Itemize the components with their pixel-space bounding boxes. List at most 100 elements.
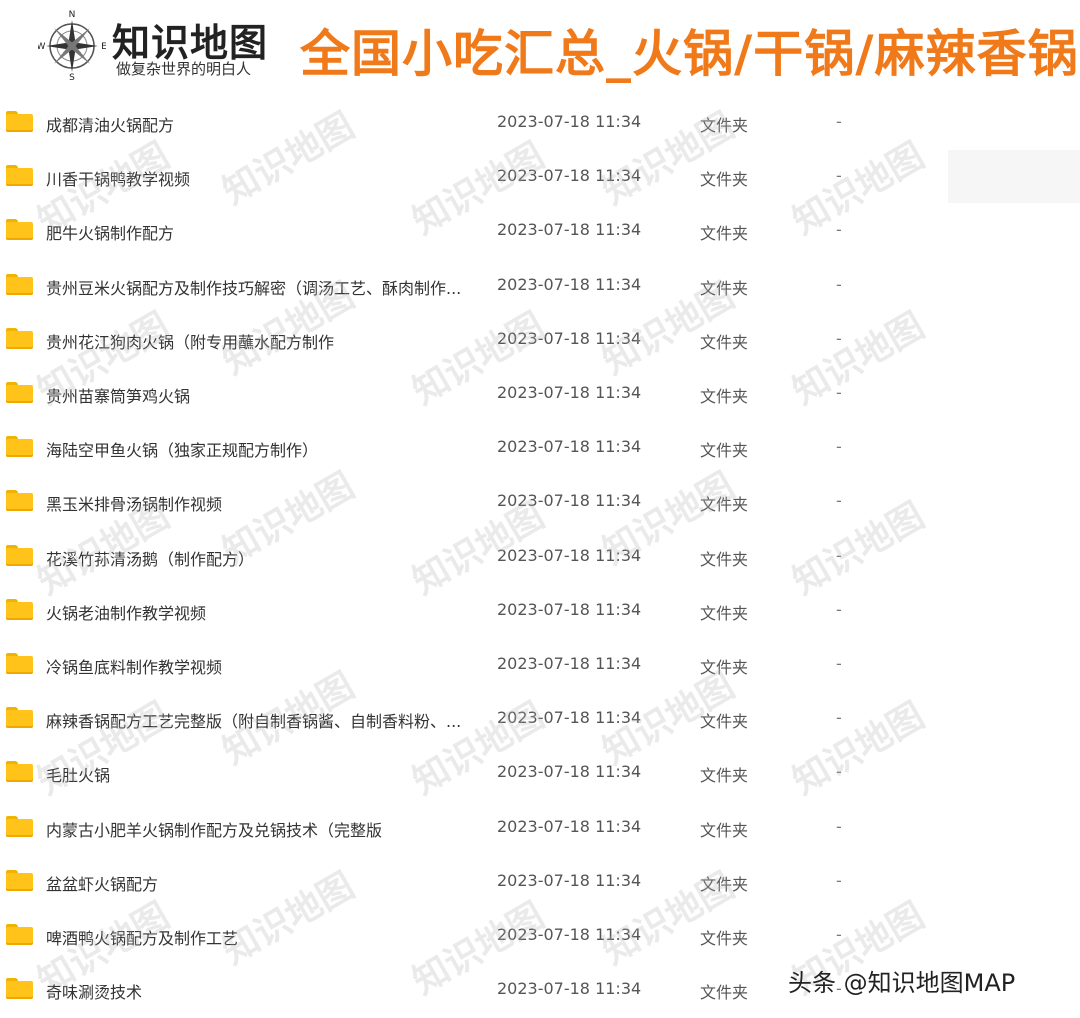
file-row[interactable]: 毛肚火锅 2023-07-18 11:34 文件夹 -: [0, 746, 1080, 800]
folder-icon: [6, 490, 33, 512]
file-date: 2023-07-18 11:34: [497, 654, 642, 673]
file-type: 文件夹: [700, 116, 749, 135]
folder-icon: [6, 327, 33, 349]
folder-icon: [6, 436, 33, 458]
file-name[interactable]: 内蒙古小肥羊火锅制作配方及兑锅技术（完整版: [46, 817, 382, 841]
file-date: 2023-07-18 11:34: [497, 545, 642, 565]
file-row[interactable]: 黑玉米排骨汤锅制作视频 2023-07-18 11:34 文件夹 -: [0, 475, 1080, 529]
file-size: -: [836, 383, 842, 402]
file-name[interactable]: 花溪竹荪清汤鹅（制作配方）: [46, 546, 254, 570]
file-size: -: [836, 816, 842, 836]
file-name[interactable]: 盆盆虾火锅配方: [46, 871, 158, 895]
file-row[interactable]: 火锅老油制作教学视频 2023-07-18 11:34 文件夹 -: [0, 584, 1080, 638]
file-row[interactable]: 贵州豆米火锅配方及制作技巧解密（调汤工艺、酥肉制作... 2023-07-18 1…: [0, 259, 1080, 313]
file-row[interactable]: 麻辣香锅配方工艺完整版（附自制香锅酱、自制香料粉、... 2023-07-18 1…: [0, 692, 1080, 746]
file-row[interactable]: 啤酒鸭火锅配方及制作工艺 2023-07-18 11:34 文件夹 -: [0, 909, 1080, 963]
file-size: -: [836, 545, 842, 565]
folder-icon: [6, 978, 33, 1000]
file-name[interactable]: 麻辣香锅配方工艺完整版（附自制香锅酱、自制香料粉、...: [46, 708, 461, 732]
folder-icon: [6, 382, 33, 403]
footer-watermark: 头条 @知识地图MAP: [788, 969, 1016, 997]
file-date: 2023-07-18 11:34: [497, 437, 642, 457]
file-date: 2023-07-18 11:34: [497, 383, 642, 402]
file-size: -: [836, 708, 842, 728]
file-type: 文件夹: [700, 929, 749, 948]
compass-e: E: [101, 42, 106, 52]
file-type: 文件夹: [700, 874, 749, 894]
file-name[interactable]: 贵州苗寨筒笋鸡火锅: [46, 383, 190, 407]
file-row[interactable]: 贵州苗寨筒笋鸡火锅 2023-07-18 11:34 文件夹 -: [0, 367, 1080, 421]
folder-icon: [6, 273, 33, 295]
file-name[interactable]: 火锅老油制作教学视频: [46, 600, 206, 624]
logo-subtitle: 做复杂世界的明白人: [116, 60, 252, 78]
file-row[interactable]: 冷锅鱼底料制作教学视频 2023-07-18 11:34 文件夹 -: [0, 638, 1080, 692]
file-size: -: [836, 437, 842, 457]
file-size: -: [836, 654, 842, 673]
file-name[interactable]: 成都清油火锅配方: [46, 112, 174, 136]
file-size: -: [836, 762, 842, 782]
file-name[interactable]: 肥牛火锅制作配方: [46, 220, 174, 244]
file-name[interactable]: 奇味涮烫技术: [46, 979, 142, 1003]
file-row[interactable]: 肥牛火锅制作配方 2023-07-18 11:34 文件夹 -: [0, 204, 1080, 258]
file-type: 文件夹: [700, 224, 749, 244]
file-date: 2023-07-18 11:34: [497, 274, 642, 294]
file-date: 2023-07-18 11:34: [497, 925, 642, 944]
file-type: 文件夹: [700, 766, 749, 786]
file-name[interactable]: 啤酒鸭火锅配方及制作工艺: [46, 925, 238, 949]
file-size: -: [836, 274, 842, 294]
file-row[interactable]: 内蒙古小肥羊火锅制作配方及兑锅技术（完整版 2023-07-18 11:34 文件夹…: [0, 801, 1080, 855]
file-type: 文件夹: [700, 820, 749, 840]
folder-icon: [6, 111, 33, 132]
file-size: -: [836, 925, 842, 944]
file-name[interactable]: 冷锅鱼底料制作教学视频: [46, 654, 222, 678]
folder-icon: [6, 598, 33, 620]
compass-w: W: [38, 42, 46, 52]
folder-icon: [6, 815, 33, 837]
compass-n: N: [69, 10, 76, 20]
file-name[interactable]: 毛肚火锅: [46, 762, 110, 786]
file-type: 文件夹: [700, 983, 749, 1003]
file-type: 文件夹: [700, 278, 749, 298]
file-type: 文件夹: [700, 495, 749, 515]
file-type: 文件夹: [700, 387, 749, 406]
file-row[interactable]: 贵州花江狗肉火锅（附专用蘸水配方制作 2023-07-18 11:34 文件夹 -: [0, 313, 1080, 367]
file-name[interactable]: 贵州花江狗肉火锅（附专用蘸水配方制作: [46, 329, 334, 353]
file-type: 文件夹: [700, 712, 749, 732]
file-type: 文件夹: [700, 441, 749, 461]
file-size: -: [836, 112, 842, 131]
file-size: -: [836, 166, 842, 186]
file-date: 2023-07-18 11:34: [497, 599, 642, 619]
file-name[interactable]: 川香干锅鸭教学视频: [46, 166, 190, 190]
file-row[interactable]: 花溪竹荪清汤鹅（制作配方） 2023-07-18 11:34 文件夹 -: [0, 530, 1080, 584]
file-date: 2023-07-18 11:34: [497, 708, 642, 728]
file-date: 2023-07-18 11:34: [497, 166, 642, 186]
file-row[interactable]: 川香干锅鸭教学视频 2023-07-18 11:34 文件夹 -: [0, 150, 1080, 204]
folder-icon: [6, 165, 33, 187]
file-name[interactable]: 黑玉米排骨汤锅制作视频: [46, 491, 222, 515]
banner-title: 全国小吃汇总_火锅/干锅/麻辣香锅: [300, 25, 1079, 83]
file-date: 2023-07-18 11:34: [497, 816, 642, 836]
file-type: 文件夹: [700, 170, 749, 190]
folder-icon: [6, 869, 33, 891]
file-size: -: [836, 220, 842, 240]
file-date: 2023-07-18 11:34: [497, 328, 642, 348]
file-size: -: [836, 599, 842, 619]
file-size: -: [836, 491, 842, 511]
file-date: 2023-07-18 11:34: [497, 762, 642, 782]
file-size: -: [836, 328, 842, 348]
file-name[interactable]: 贵州豆米火锅配方及制作技巧解密（调汤工艺、酥肉制作...: [46, 275, 461, 299]
file-date: 2023-07-18 11:34: [497, 491, 642, 511]
file-name[interactable]: 海陆空甲鱼火锅（独家正规配方制作）: [46, 437, 318, 461]
file-row[interactable]: 成都清油火锅配方 2023-07-18 11:34 文件夹 -: [0, 96, 1080, 150]
folder-icon: [6, 544, 33, 566]
file-type: 文件夹: [700, 332, 749, 352]
file-type: 文件夹: [700, 549, 749, 569]
compass-s: S: [69, 73, 75, 80]
file-row[interactable]: 海陆空甲鱼火锅（独家正规配方制作） 2023-07-18 11:34 文件夹 -: [0, 421, 1080, 475]
file-date: 2023-07-18 11:34: [497, 112, 642, 131]
file-type: 文件夹: [700, 603, 749, 623]
file-row[interactable]: 盆盆虾火锅配方 2023-07-18 11:34 文件夹 -: [0, 855, 1080, 909]
file-date: 2023-07-18 11:34: [497, 870, 642, 890]
folder-icon: [6, 707, 33, 729]
folder-icon: [6, 219, 33, 241]
